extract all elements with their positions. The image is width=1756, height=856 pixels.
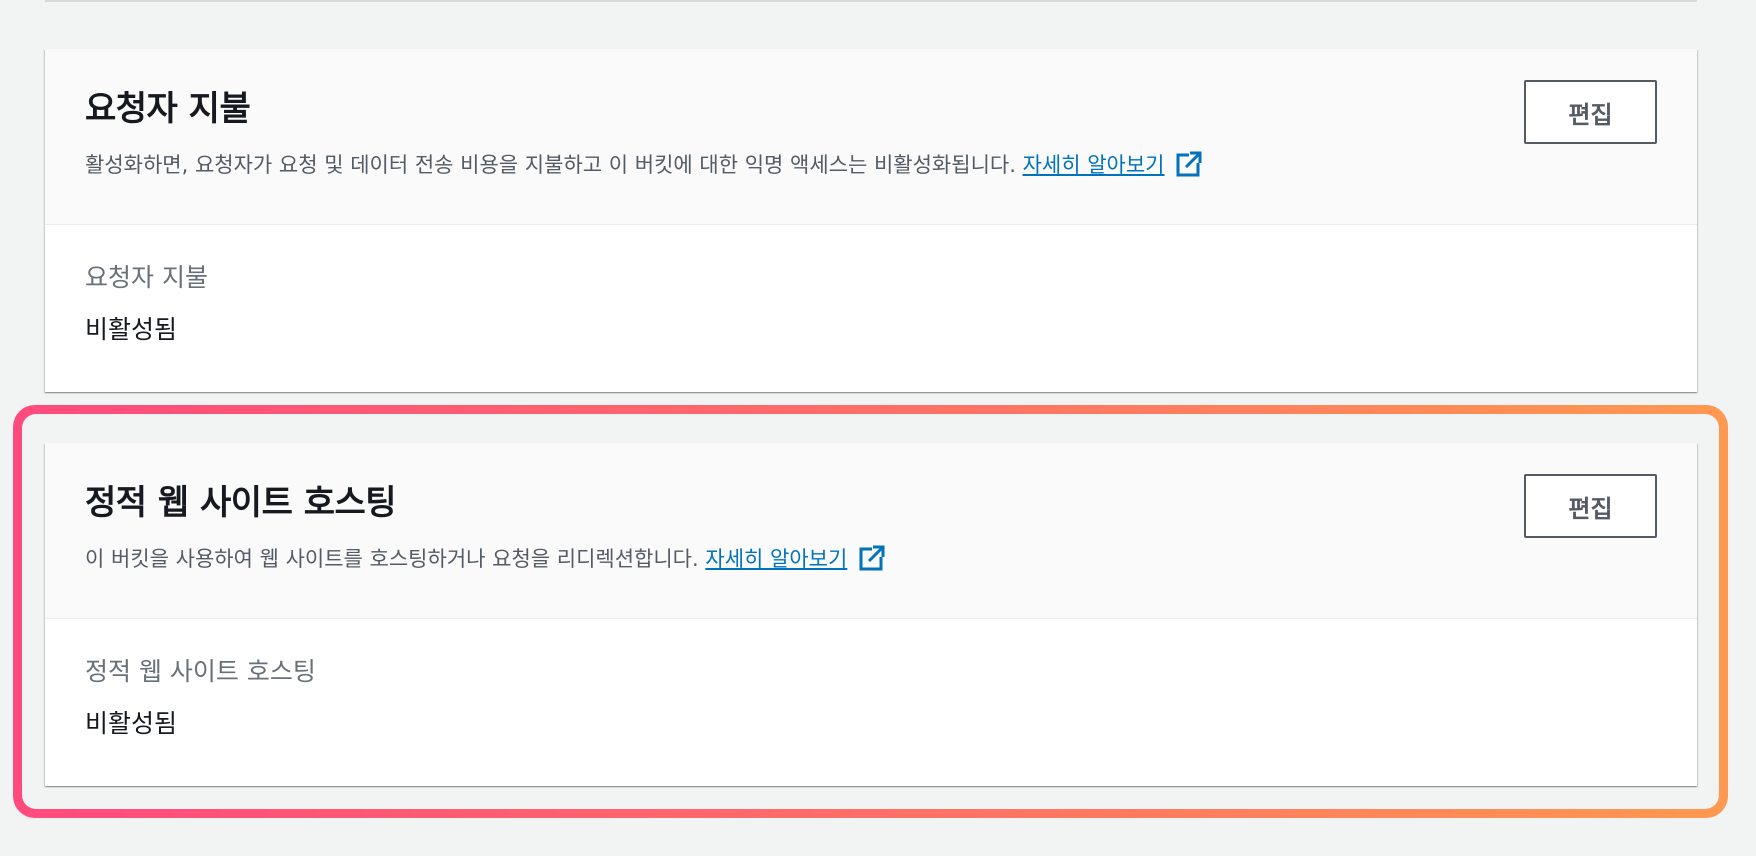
- requester-pays-edit-button[interactable]: 편집: [1524, 80, 1657, 144]
- requester-pays-learn-more-link[interactable]: 자세히 알아보기: [1023, 153, 1165, 177]
- static-hosting-status-value: 비활성됨: [85, 709, 178, 738]
- static-hosting-description: 이 버킷을 사용하여 웹 사이트를 호스팅하거나 요청을 리디렉션합니다. 자세…: [85, 544, 1657, 574]
- requester-pays-body: 요청자 지불 비활성됨: [45, 225, 1697, 347]
- static-hosting-title: 정적 웹 사이트 호스팅: [85, 483, 397, 523]
- static-hosting-field-label: 정적 웹 사이트 호스팅: [85, 657, 316, 686]
- previous-panel-edge: [45, 0, 1697, 2]
- static-hosting-header: 정적 웹 사이트 호스팅 이 버킷을 사용하여 웹 사이트를 호스팅하거나 요청…: [45, 443, 1697, 619]
- static-hosting-description-text: 이 버킷을 사용하여 웹 사이트를 호스팅하거나 요청을 리디렉션합니다.: [85, 547, 699, 571]
- static-hosting-body: 정적 웹 사이트 호스팅 비활성됨: [45, 619, 1697, 741]
- static-website-hosting-panel: 정적 웹 사이트 호스팅 이 버킷을 사용하여 웹 사이트를 호스팅하거나 요청…: [45, 443, 1697, 786]
- requester-pays-title: 요청자 지불: [85, 89, 251, 129]
- external-link-icon[interactable]: [858, 544, 886, 572]
- static-hosting-edit-button[interactable]: 편집: [1524, 474, 1657, 538]
- requester-pays-description: 활성화하면, 요청자가 요청 및 데이터 전송 비용을 지불하고 이 버킷에 대…: [85, 150, 1657, 180]
- requester-pays-field-label: 요청자 지불: [85, 263, 208, 292]
- requester-pays-header: 요청자 지불 활성화하면, 요청자가 요청 및 데이터 전송 비용을 지불하고 …: [45, 49, 1697, 225]
- external-link-icon[interactable]: [1175, 150, 1203, 178]
- requester-pays-status-value: 비활성됨: [85, 315, 178, 344]
- requester-pays-panel: 요청자 지불 활성화하면, 요청자가 요청 및 데이터 전송 비용을 지불하고 …: [45, 49, 1697, 392]
- static-hosting-learn-more-link[interactable]: 자세히 알아보기: [705, 547, 847, 571]
- requester-pays-description-text: 활성화하면, 요청자가 요청 및 데이터 전송 비용을 지불하고 이 버킷에 대…: [85, 153, 1016, 177]
